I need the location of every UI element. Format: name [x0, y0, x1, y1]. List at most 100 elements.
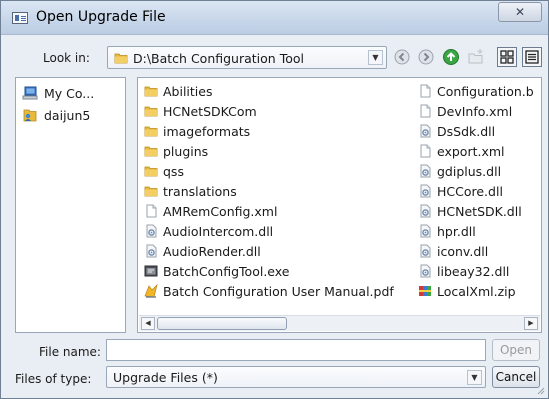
file-item[interactable]: HCNetSDKCom: [144, 102, 257, 120]
horizontal-scrollbar[interactable]: ◀ ▶: [139, 315, 540, 331]
file-item[interactable]: AudioRender.dll: [144, 242, 261, 260]
document-icon: [418, 104, 432, 118]
computer-icon: [22, 85, 38, 101]
dll-icon: [418, 124, 432, 138]
dll-icon: [418, 224, 432, 238]
file-item[interactable]: LocalXml.zip: [418, 282, 516, 300]
cancel-button[interactable]: Cancel: [492, 366, 540, 388]
detail-view-button[interactable]: [497, 47, 517, 67]
file-item[interactable]: Configuration.b: [418, 82, 534, 100]
file-item[interactable]: plugins: [144, 142, 208, 160]
file-item[interactable]: Abilities: [144, 82, 212, 100]
open-button[interactable]: Open: [492, 339, 540, 361]
resize-grip-icon[interactable]: [537, 387, 545, 395]
parent-folder-button[interactable]: [442, 48, 460, 66]
sidebar-item-label: daijun5: [44, 107, 91, 123]
title-bar[interactable]: Open Upgrade File ✕: [1, 1, 548, 35]
scrollbar-thumb[interactable]: [157, 317, 287, 330]
sidebar-item-daijun5[interactable]: daijun5: [22, 106, 90, 124]
file-item[interactable]: DevInfo.xml: [418, 102, 512, 120]
dll-icon: [418, 204, 432, 218]
file-name-label: File name:: [39, 345, 101, 359]
file-name: Batch Configuration User Manual.pdf: [163, 283, 394, 299]
dll-icon: [144, 224, 158, 238]
file-name: BatchConfigTool.exe: [163, 263, 290, 279]
file-type-value: Upgrade Files (*): [113, 370, 218, 385]
document-icon: [144, 204, 158, 218]
file-item[interactable]: BatchConfigTool.exe: [144, 262, 289, 280]
file-item[interactable]: iconv.dll: [418, 242, 488, 260]
icon-view-icon: [500, 50, 514, 64]
file-name: HCNetSDK.dll: [437, 203, 522, 219]
file-item[interactable]: imageformats: [144, 122, 250, 140]
forward-arrow-icon: [418, 49, 434, 65]
file-item[interactable]: translations: [144, 182, 237, 200]
places-sidebar: My Co... daijun5: [15, 77, 126, 333]
file-name: HCNetSDKCom: [163, 103, 257, 119]
file-item[interactable]: export.xml: [418, 142, 505, 160]
dll-icon: [418, 244, 432, 258]
look-in-combo[interactable]: D:\Batch Configuration Tool ▼: [107, 46, 387, 69]
exe-icon: [144, 264, 158, 278]
folder-icon: [144, 124, 158, 138]
zip-icon: [418, 284, 432, 298]
back-arrow-icon: [394, 49, 410, 65]
file-name: DevInfo.xml: [437, 103, 513, 119]
back-button[interactable]: [393, 48, 411, 66]
file-item[interactable]: AMRemConfig.xml: [144, 202, 277, 220]
folder-icon: [144, 84, 158, 98]
file-name: iconv.dll: [437, 243, 489, 259]
window-icon: [12, 12, 28, 24]
folder-icon: [114, 51, 128, 65]
file-name: Abilities: [163, 83, 213, 99]
chevron-down-icon[interactable]: ▼: [368, 50, 383, 65]
new-folder-button[interactable]: [467, 48, 485, 66]
file-name: Configuration.b: [437, 83, 534, 99]
file-item[interactable]: HCNetSDK.dll: [418, 202, 522, 220]
folder-icon: [144, 104, 158, 118]
file-name: LocalXml.zip: [437, 283, 516, 299]
file-name: imageformats: [163, 123, 251, 139]
chevron-down-icon[interactable]: ▼: [467, 370, 482, 385]
file-name: hpr.dll: [437, 223, 476, 239]
file-name: AudioRender.dll: [163, 243, 261, 259]
scroll-right-icon[interactable]: ▶: [524, 317, 538, 330]
look-in-label: Look in:: [43, 51, 90, 65]
file-list[interactable]: LocalXml.zip libeay32.dll iconv.dll hpr.dll…: [137, 77, 542, 333]
file-item[interactable]: HCCore.dll: [418, 182, 503, 200]
file-name: gdiplus.dll: [437, 163, 502, 179]
file-item[interactable]: gdiplus.dll: [418, 162, 501, 180]
file-name: qss: [163, 163, 184, 179]
sidebar-item-label: My Co...: [44, 85, 95, 101]
scroll-left-icon[interactable]: ◀: [141, 317, 155, 330]
folder-icon: [144, 164, 158, 178]
file-item[interactable]: DsSdk.dll: [418, 122, 495, 140]
file-name-input[interactable]: [106, 339, 486, 361]
file-name: export.xml: [437, 143, 505, 159]
list-view-icon: [525, 50, 539, 64]
dll-icon: [418, 164, 432, 178]
file-name: plugins: [163, 143, 209, 159]
file-name: AMRemConfig.xml: [163, 203, 278, 219]
list-view-button[interactable]: [522, 47, 542, 67]
file-type-select[interactable]: Upgrade Files (*) ▼: [106, 366, 486, 388]
file-item[interactable]: qss: [144, 162, 184, 180]
file-type-label: Files of type:: [15, 372, 92, 386]
up-arrow-icon: [443, 49, 459, 65]
folder-icon: [144, 144, 158, 158]
folder-icon: [144, 184, 158, 198]
file-item[interactable]: libeay32.dll: [418, 262, 509, 280]
file-item[interactable]: AudioIntercom.dll: [144, 222, 273, 240]
sidebar-item-my-computer[interactable]: My Co...: [22, 84, 94, 102]
file-name: translations: [163, 183, 237, 199]
file-name: AudioIntercom.dll: [163, 223, 274, 239]
forward-button[interactable]: [417, 48, 435, 66]
close-button[interactable]: ✕: [498, 2, 542, 22]
dll-icon: [418, 184, 432, 198]
document-icon: [418, 84, 432, 98]
dialog-title: Open Upgrade File: [36, 9, 166, 25]
dll-icon: [418, 264, 432, 278]
file-item[interactable]: hpr.dll: [418, 222, 476, 240]
file-item[interactable]: Batch Configuration User Manual.pdf: [144, 282, 394, 300]
dll-icon: [144, 244, 158, 258]
